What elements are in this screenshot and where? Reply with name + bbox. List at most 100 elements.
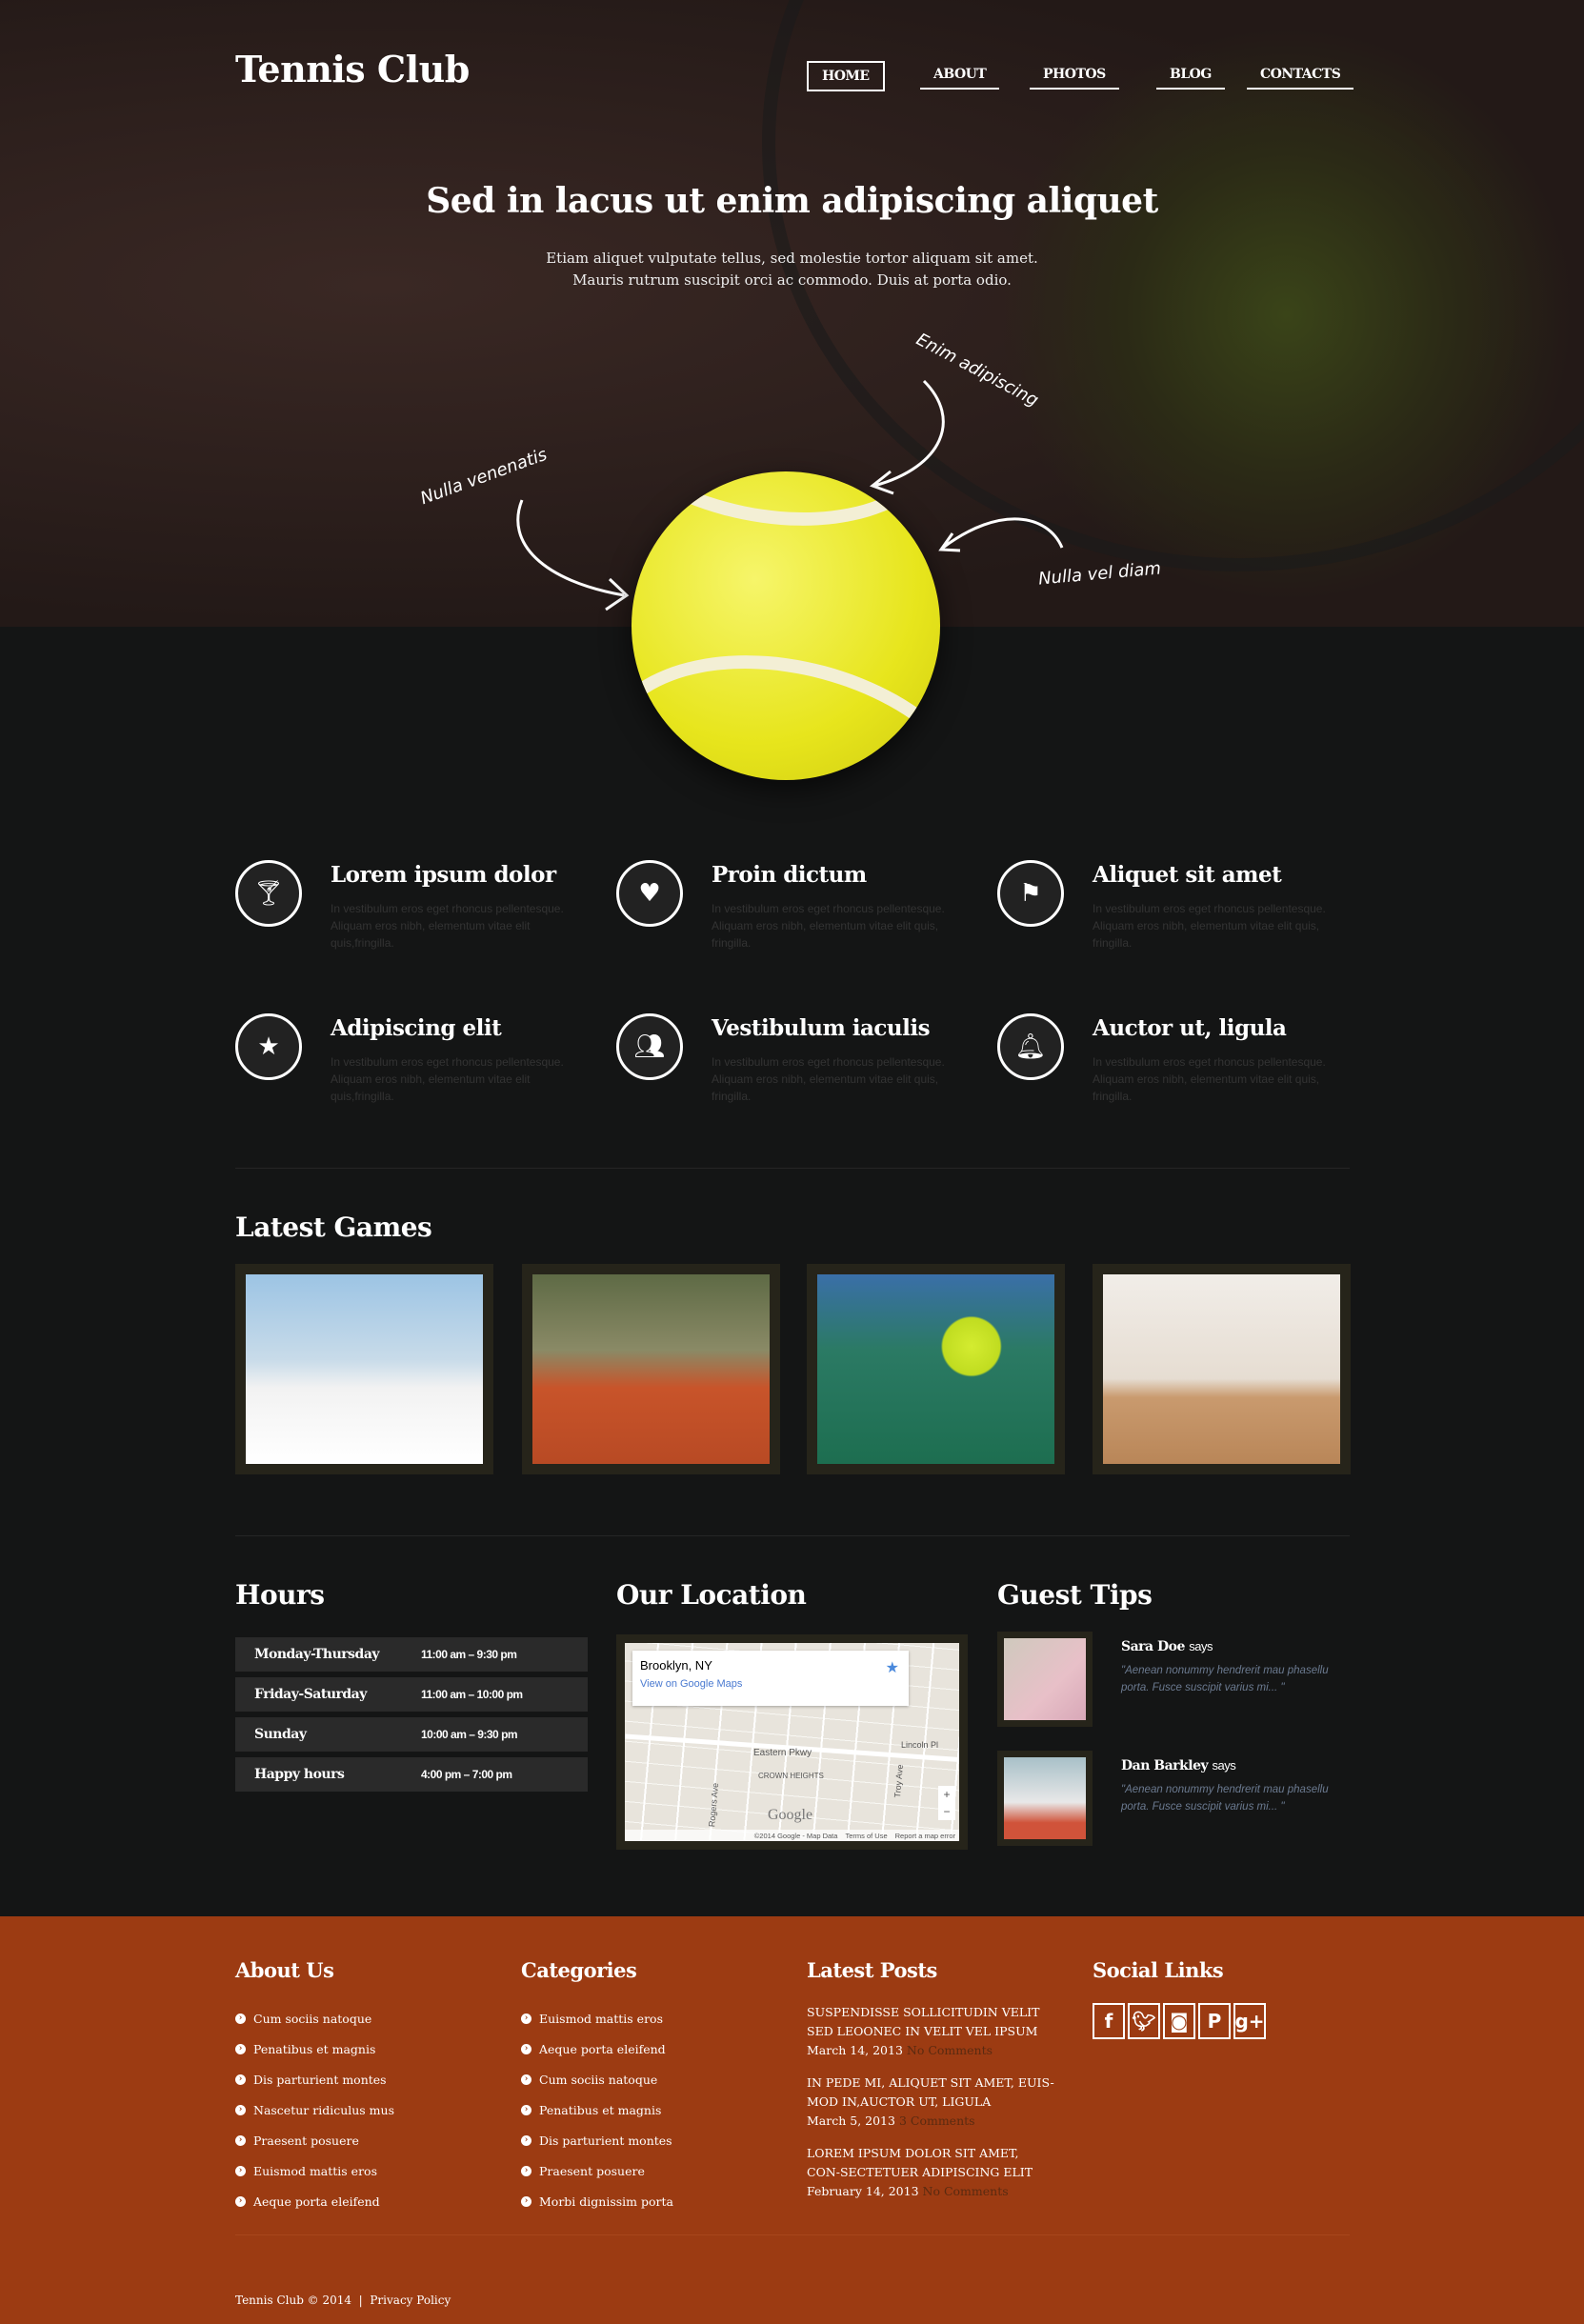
game-photo-4[interactable]	[1093, 1264, 1351, 1474]
feature-text: In vestibulum eros eget rhoncus pellente…	[1093, 902, 1326, 950]
feature-title: Aliquet sit amet	[1093, 862, 1282, 888]
bell-icon: 🔔︎	[997, 1013, 1064, 1080]
post-title[interactable]: Lorem ipsum dolor sit amet, con-sectetue…	[807, 2144, 1054, 2182]
hours-row: Friday-Saturday 11:00 am – 10:00 pm	[235, 1677, 588, 1712]
view-on-google-maps-link[interactable]: View on Google Maps	[640, 1678, 901, 1690]
footer-link[interactable]: › Praesent posuere	[235, 2125, 502, 2155]
google-plus-icon[interactable]: g+	[1233, 2003, 1266, 2039]
footer-link[interactable]: › Cum sociis natoque	[235, 2003, 502, 2034]
says-label: says	[1189, 1639, 1213, 1653]
post-item: In pede mi, aliquet sit amet, euis-mod i…	[807, 2074, 1054, 2131]
footer-link[interactable]: › Morbi dignissim porta	[521, 2186, 788, 2216]
chevron-right-icon: ›	[521, 2165, 531, 2176]
footer-link-label: Nascetur ridiculus mus	[253, 2102, 395, 2117]
post-date: February 14, 2013	[807, 2184, 919, 2198]
chevron-right-icon: ›	[235, 2074, 246, 2085]
chevron-right-icon: ›	[521, 2134, 531, 2146]
post-date: March 14, 2013	[807, 2043, 903, 2057]
feature-title: Lorem ipsum dolor	[331, 862, 556, 888]
footer-heading: About Us	[235, 1958, 334, 1982]
chevron-right-icon: ›	[521, 2104, 531, 2115]
divider	[235, 1168, 1350, 1169]
feature-text: In vestibulum eros eget rhoncus pellente…	[331, 1055, 564, 1103]
chevron-right-icon: ›	[521, 2074, 531, 2085]
facebook-icon[interactable]: f	[1093, 2003, 1125, 2039]
footer-link[interactable]: › Cum sociis natoque	[521, 2064, 788, 2094]
footer-link[interactable]: › Aeque porta eleifend	[521, 2034, 788, 2064]
footer-link[interactable]: › Penatibus et magnis	[521, 2094, 788, 2125]
footer-social: Social Links f 🐦︎ ◙ Pg+	[1093, 1958, 1359, 2039]
footer-link[interactable]: › Dis parturient montes	[235, 2064, 502, 2094]
footer-link[interactable]: › Penatibus et magnis	[235, 2034, 502, 2064]
guest-quote: "Aenean nonummy hendrerit mau phasellu p…	[1121, 1784, 1329, 1813]
footer-link-label: Cum sociis natoque	[253, 2011, 372, 2026]
privacy-policy-link[interactable]: Privacy Policy	[370, 2294, 451, 2307]
map-place: Brooklyn, NY	[640, 1658, 712, 1673]
tennis-ball-image	[632, 471, 940, 780]
game-photo-1[interactable]	[235, 1264, 493, 1474]
footer: About Us › Cum sociis natoque › Penatibus et…	[0, 1916, 1584, 2324]
chevron-right-icon: ›	[235, 2043, 246, 2054]
footer-link-label: Euismod mattis eros	[253, 2163, 377, 2178]
footer-link-label: Penatibus et magnis	[539, 2102, 662, 2117]
avatar	[997, 1632, 1093, 1727]
footer-link[interactable]: › Euismod mattis eros	[521, 2003, 788, 2034]
footer-link[interactable]: › Praesent posuere	[521, 2155, 788, 2186]
star-icon: ★	[235, 1013, 302, 1080]
footer-link-label: Cum sociis natoque	[539, 2072, 658, 2087]
map-info-card: Brooklyn, NY View on Google Maps ★	[632, 1651, 909, 1706]
footer-link[interactable]: › Aeque porta eleifend	[235, 2186, 502, 2216]
divider	[235, 2234, 1350, 2235]
cocktail-icon: 🍸︎	[235, 860, 302, 927]
feature-title: Vestibulum iaculis	[712, 1015, 931, 1041]
feature-title: Proin dictum	[712, 862, 867, 888]
chevron-right-icon: ›	[521, 2013, 531, 2024]
post-title[interactable]: Suspendisse sollicitudin velit sed leoon…	[807, 2003, 1054, 2041]
post-title[interactable]: In pede mi, aliquet sit amet, euis-mod i…	[807, 2074, 1054, 2112]
map-report-link[interactable]: Report a map error	[895, 1832, 955, 1840]
chevron-right-icon: ›	[521, 2043, 531, 2054]
footer-about: About Us › Cum sociis natoque › Penatibus et…	[235, 1958, 502, 2216]
chevron-right-icon: ›	[235, 2134, 246, 2146]
footer-link-label: Aeque porta eleifend	[253, 2194, 380, 2209]
chevron-right-icon: ›	[235, 2165, 246, 2176]
footer-link-label: Morbi dignissim porta	[539, 2194, 673, 2209]
post-comments-link[interactable]: 3 Comments	[899, 2114, 975, 2128]
feature-text: In vestibulum eros eget rhoncus pellente…	[712, 902, 945, 950]
hours-day: Friday-Saturday	[254, 1687, 367, 1702]
instagram-icon[interactable]: ◙	[1163, 2003, 1195, 2039]
footer-link[interactable]: › Euismod mattis eros	[235, 2155, 502, 2186]
copyright-text: Tennis Club © 2014	[235, 2294, 352, 2307]
hours-day: Monday-Thursday	[254, 1647, 380, 1662]
zoom-controls[interactable]: + −	[938, 1786, 955, 1820]
footer-heading: Latest Posts	[807, 1958, 937, 1982]
footer-link[interactable]: › Dis parturient montes	[521, 2125, 788, 2155]
map-terms-link[interactable]: Terms of Use	[845, 1832, 887, 1840]
heart-icon: ♥	[616, 860, 683, 927]
guest-name: Dan Barkley	[1121, 1758, 1209, 1773]
neighborhood-label: CROWN HEIGHTS	[758, 1772, 824, 1780]
post-comments-link[interactable]: No Comments	[923, 2184, 1009, 2198]
game-photo-2[interactable]	[522, 1264, 780, 1474]
pinterest-icon[interactable]: P	[1198, 2003, 1231, 2039]
flag-icon: ⚑	[997, 860, 1064, 927]
guest-name: Sara Doe	[1121, 1639, 1185, 1654]
avatar	[997, 1751, 1093, 1846]
chevron-right-icon: ›	[235, 2104, 246, 2115]
game-photo-3[interactable]	[807, 1264, 1065, 1474]
star-icon[interactable]: ★	[886, 1658, 899, 1677]
footer-link[interactable]: › Nascetur ridiculus mus	[235, 2094, 502, 2125]
post-item: Lorem ipsum dolor sit amet, con-sectetue…	[807, 2144, 1054, 2201]
copyright: Tennis Club © 2014 | Privacy Policy	[235, 2294, 451, 2307]
map-embed[interactable]: Brooklyn, NY View on Google Maps ★ Easte…	[616, 1634, 968, 1850]
footer-link-label: Aeque porta eleifend	[539, 2041, 666, 2056]
location-title: Our Location	[616, 1579, 807, 1611]
chevron-right-icon: ›	[235, 2013, 246, 2024]
twitter-icon[interactable]: 🐦︎	[1128, 2003, 1160, 2039]
street-label: Troy Ave	[892, 1764, 906, 1798]
post-comments-link[interactable]: No Comments	[907, 2043, 993, 2057]
chevron-right-icon: ›	[521, 2195, 531, 2207]
feature-title: Auctor ut, ligula	[1093, 1015, 1287, 1041]
tips-title: Guest Tips	[997, 1579, 1153, 1611]
hours-time: 11:00 am – 10:00 pm	[421, 1688, 523, 1701]
